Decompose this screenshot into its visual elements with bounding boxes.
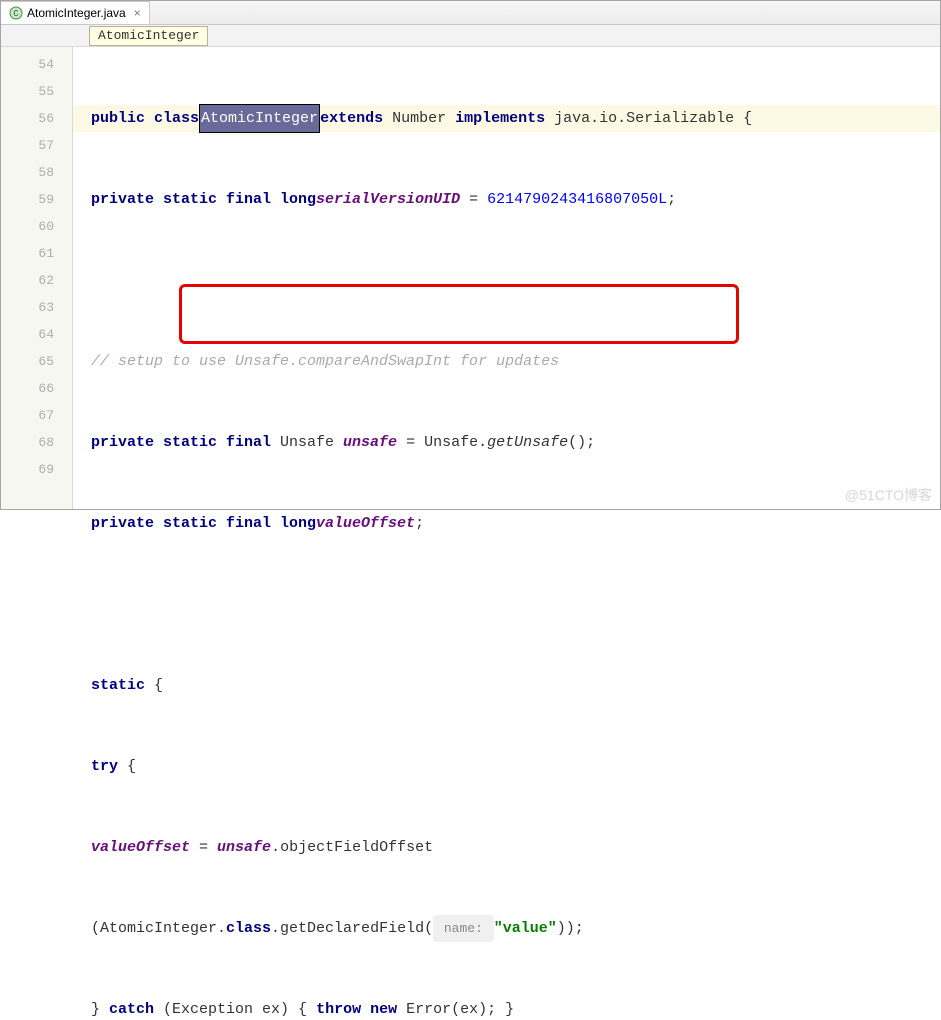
code-line [91, 591, 930, 618]
watermark: @51CTO博客 [845, 485, 932, 505]
highlighted-identifier: AtomicInteger [199, 104, 320, 133]
tab-bar: C AtomicInteger.java × [1, 1, 940, 25]
gutter: 54555657585960616263646566676869 [1, 47, 73, 509]
line-number: 58 [1, 159, 72, 186]
parameter-hint: name: [433, 915, 494, 942]
code-line: public class AtomicInteger extends Numbe… [73, 105, 940, 132]
line-number: 67 [1, 402, 72, 429]
line-number: 64 [1, 321, 72, 348]
breadcrumb-item[interactable]: AtomicInteger [89, 26, 208, 46]
editor-window: C AtomicInteger.java × AtomicInteger 545… [0, 0, 941, 510]
line-number: 60 [1, 213, 72, 240]
code-line: // setup to use Unsafe.compareAndSwapInt… [91, 348, 930, 375]
line-number: 57 [1, 132, 72, 159]
code-line [91, 267, 930, 294]
breadcrumb: AtomicInteger [1, 25, 940, 47]
code-line: (AtomicInteger.class.getDeclaredField( n… [91, 915, 930, 942]
line-number: 56 [1, 105, 72, 132]
code-line: private static final long valueOffset; [91, 510, 930, 537]
line-number: 59 [1, 186, 72, 213]
code-line: try { [91, 753, 930, 780]
class-icon: C [9, 6, 23, 20]
tab-label: AtomicInteger.java [27, 6, 126, 20]
line-number: 62 [1, 267, 72, 294]
line-number: 68 [1, 429, 72, 456]
code-area[interactable]: public class AtomicInteger extends Numbe… [73, 47, 940, 509]
line-number: 63 [1, 294, 72, 321]
line-number: 69 [1, 456, 72, 483]
svg-text:C: C [13, 9, 19, 19]
tab-atomicinteger[interactable]: C AtomicInteger.java × [1, 1, 150, 24]
line-number: 54 [1, 51, 72, 78]
code-line: private static final Unsafe unsafe = Uns… [91, 429, 930, 456]
editor-area: 54555657585960616263646566676869 public … [1, 47, 940, 509]
code-line: } catch (Exception ex) { throw new Error… [91, 996, 930, 1020]
close-icon[interactable]: × [134, 6, 141, 20]
line-number: 55 [1, 78, 72, 105]
code-line: private static final long serialVersionU… [91, 186, 930, 213]
line-number: 65 [1, 348, 72, 375]
code-line: static { [91, 672, 930, 699]
line-number: 66 [1, 375, 72, 402]
line-number: 61 [1, 240, 72, 267]
code-line: valueOffset = unsafe.objectFieldOffset [91, 834, 930, 861]
